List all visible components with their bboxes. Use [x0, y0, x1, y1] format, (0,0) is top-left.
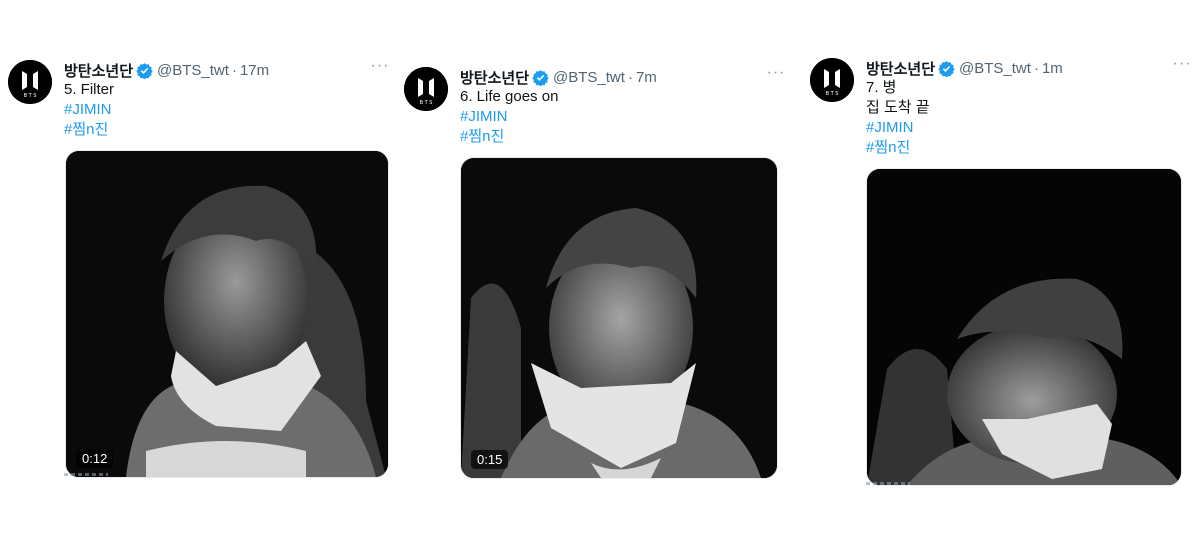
- author-handle[interactable]: @BTS_twt: [157, 62, 229, 79]
- tweet-card[interactable]: B T S 방탄소년단 @BTS_twt · 1m ··· 7. 병 집 도착 …: [810, 56, 1200, 528]
- bts-logo-icon[interactable]: B T S: [810, 58, 854, 102]
- hashtag-link[interactable]: #찜n진: [64, 120, 398, 140]
- verified-badge-icon: [136, 62, 153, 79]
- video-thumbnail: [461, 158, 777, 478]
- more-icon[interactable]: ···: [370, 58, 390, 78]
- author-name[interactable]: 방탄소년단: [866, 58, 935, 79]
- svg-text:B T S: B T S: [826, 91, 839, 97]
- verified-badge-icon: [938, 60, 955, 77]
- hashtag-link[interactable]: #JIMIN: [866, 118, 1200, 138]
- view-count: [866, 477, 926, 485]
- video-player[interactable]: [866, 168, 1182, 486]
- svg-text:B T S: B T S: [420, 100, 433, 106]
- bts-logo-icon[interactable]: B T S: [8, 60, 52, 104]
- tweet-card[interactable]: B T S 방탄소년단 @BTS_twt · 7m ··· 6. Life go…: [404, 65, 794, 537]
- video-player[interactable]: 0:12: [65, 150, 389, 478]
- view-count: [64, 468, 124, 476]
- tweet-text: 5. Filter: [64, 81, 115, 98]
- video-thumbnail: [867, 169, 1181, 485]
- tweet-text: 7. 병: [866, 79, 897, 96]
- video-duration: 0:12: [76, 449, 114, 468]
- svg-text:B T S: B T S: [24, 93, 37, 99]
- video-thumbnail: [66, 151, 388, 477]
- separator: ·: [231, 61, 237, 79]
- hashtag-link[interactable]: #JIMIN: [460, 107, 794, 127]
- tweet-text: 6. Life goes on: [460, 88, 559, 105]
- tweet-text: 집 도착 끝: [866, 99, 930, 116]
- timestamp[interactable]: 1m: [1042, 60, 1063, 77]
- video-duration: 0:15: [471, 450, 509, 469]
- bts-logo-icon[interactable]: B T S: [404, 67, 448, 111]
- author-name[interactable]: 방탄소년단: [460, 67, 529, 88]
- tweet-header: 방탄소년단 @BTS_twt · 7m: [460, 67, 794, 87]
- author-handle[interactable]: @BTS_twt: [959, 60, 1031, 77]
- video-player[interactable]: 0:15: [460, 157, 778, 479]
- timestamp[interactable]: 17m: [240, 62, 269, 79]
- author-name[interactable]: 방탄소년단: [64, 60, 133, 81]
- tweet-card[interactable]: B T S 방탄소년단 @BTS_twt · 17m ··· 5. Filter…: [8, 58, 398, 530]
- hashtag-link[interactable]: #찜n진: [460, 127, 794, 147]
- tweet-header: 방탄소년단 @BTS_twt · 1m: [866, 58, 1200, 78]
- timestamp[interactable]: 7m: [636, 69, 657, 86]
- separator: ·: [627, 68, 633, 86]
- more-icon[interactable]: ···: [1172, 56, 1192, 76]
- verified-badge-icon: [532, 69, 549, 86]
- separator: ·: [1033, 59, 1039, 77]
- author-handle[interactable]: @BTS_twt: [553, 69, 625, 86]
- hashtag-link[interactable]: #찜n진: [866, 138, 1200, 158]
- tweet-header: 방탄소년단 @BTS_twt · 17m: [64, 60, 398, 80]
- more-icon[interactable]: ···: [766, 65, 786, 85]
- hashtag-link[interactable]: #JIMIN: [64, 100, 398, 120]
